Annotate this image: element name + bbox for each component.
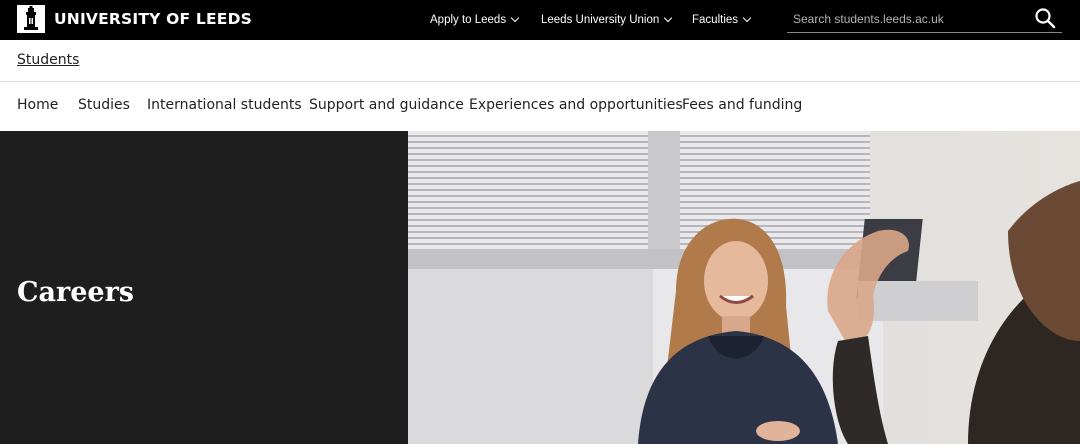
nav-experiences-and-opportunities[interactable]: Experiences and opportunities (469, 97, 683, 113)
top-bar: UNIVERSITY OF LEEDS Apply to Leeds Leeds… (0, 0, 1080, 40)
site-bar: Students (0, 40, 1080, 82)
hero-banner: Careers (0, 131, 1080, 444)
chevron-down-icon (510, 13, 520, 23)
nav-faculties[interactable]: Faculties (692, 0, 752, 40)
search-box (787, 6, 1062, 33)
nav-leeds-university-union[interactable]: Leeds University Union (541, 0, 673, 40)
nav-support-and-guidance[interactable]: Support and guidance (309, 97, 464, 113)
search-input[interactable] (791, 8, 1025, 30)
page-title: Careers (17, 277, 134, 308)
nav-studies[interactable]: Studies (78, 97, 130, 113)
search-button[interactable] (1034, 7, 1056, 29)
nav-apply-to-leeds[interactable]: Apply to Leeds (430, 0, 520, 40)
hero-text-panel: Careers (0, 131, 408, 444)
chevron-down-icon (664, 13, 673, 23)
university-crest-icon (17, 5, 45, 33)
nav-international-students[interactable]: International students (147, 97, 302, 113)
hero-image (408, 131, 1080, 444)
nav-apply-to-leeds-label: Apply to Leeds (430, 14, 507, 26)
university-logo[interactable]: UNIVERSITY OF LEEDS (17, 5, 252, 33)
search-icon (1035, 8, 1056, 29)
careers-meeting-photo (408, 131, 1080, 444)
main-navigation: Home Studies International students Supp… (0, 82, 1080, 131)
university-name: UNIVERSITY OF LEEDS (54, 10, 253, 28)
nav-fees-and-funding[interactable]: Fees and funding (682, 97, 802, 113)
nav-leeds-university-union-label: Leeds University Union (541, 14, 660, 26)
nav-faculties-label: Faculties (692, 14, 739, 26)
chevron-down-icon (742, 13, 752, 23)
nav-home[interactable]: Home (17, 97, 58, 113)
site-title-link[interactable]: Students (17, 52, 79, 68)
